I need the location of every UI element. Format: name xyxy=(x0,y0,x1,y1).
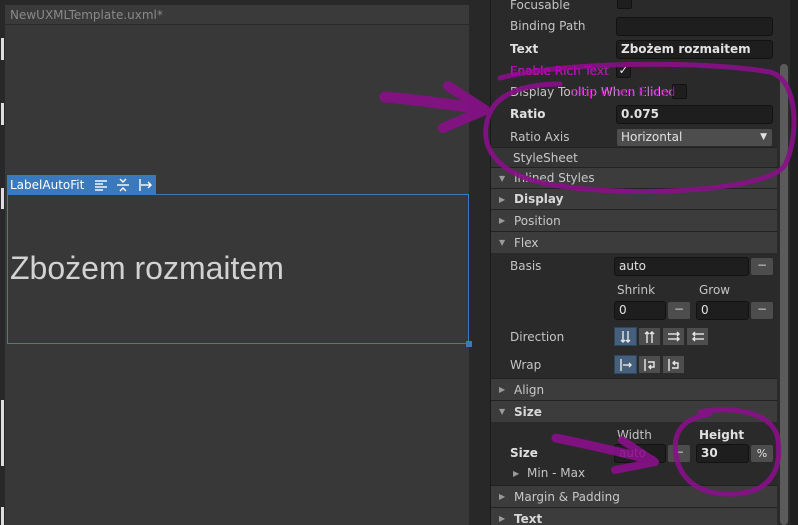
nowrap-icon[interactable] xyxy=(614,355,637,374)
display-tooltip-label: Display Tooltip When Elided xyxy=(510,85,676,99)
enable-rich-text-label: Enable Rich Text xyxy=(510,64,609,78)
height-label: Height xyxy=(699,428,745,442)
override-marker xyxy=(1,400,4,422)
direction-column-reverse-icon[interactable] xyxy=(638,327,661,346)
grow-unit-button[interactable]: − xyxy=(751,302,773,319)
shrink-unit-button[interactable]: − xyxy=(668,302,690,319)
width-unit-button[interactable]: − xyxy=(668,445,690,462)
selection-tag-name: LabelAutoFit xyxy=(10,177,85,192)
wrap-label: Wrap xyxy=(510,358,542,372)
vertical-fit-icon[interactable] xyxy=(112,175,134,194)
margin-padding-label: Margin & Padding xyxy=(514,489,620,504)
document-title: NewUXMLTemplate.uxml* xyxy=(5,5,469,25)
ratio-axis-label: Ratio Axis xyxy=(510,130,570,144)
ratio-axis-value: Horizontal xyxy=(621,130,683,144)
basis-label: Basis xyxy=(510,259,542,273)
label-autofit-element[interactable]: Zbożem rozmaitem xyxy=(7,194,469,344)
override-marker xyxy=(1,188,4,209)
triangle-right-icon: ▶ xyxy=(499,194,506,204)
size-section[interactable]: ▼ Size xyxy=(491,400,777,422)
align-section-label: Align xyxy=(514,382,545,397)
direction-row-reverse-icon[interactable] xyxy=(686,327,709,346)
triangle-right-icon: ▶ xyxy=(499,514,506,523)
basis-input[interactable]: auto xyxy=(614,257,749,276)
text-label: Text xyxy=(510,42,539,56)
triangle-down-icon: ▼ xyxy=(499,173,506,183)
selection-tag[interactable]: LabelAutoFit xyxy=(7,175,157,194)
window-edge xyxy=(790,0,798,525)
size-section-label: Size xyxy=(514,404,542,419)
binding-path-label: Binding Path xyxy=(510,19,586,33)
display-section-label: Display xyxy=(514,192,564,206)
position-section-label: Position xyxy=(514,213,561,228)
triangle-right-icon: ▶ xyxy=(499,492,506,501)
shrink-input[interactable]: 0 xyxy=(614,301,666,320)
flex-section-label: Flex xyxy=(514,235,539,250)
width-input[interactable]: auto xyxy=(614,444,666,463)
inlined-styles-section[interactable]: ▼ Inlined Styles xyxy=(491,167,777,188)
wrap-reverse-icon[interactable] xyxy=(662,355,685,374)
text-section-label: Text xyxy=(514,511,543,525)
triangle-right-icon: ▶ xyxy=(513,468,520,478)
ratio-input[interactable]: 0.075 xyxy=(616,105,773,124)
text-align-icon[interactable] xyxy=(90,175,112,194)
align-section[interactable]: ▶ Align xyxy=(491,378,777,400)
chevron-down-icon: ▼ xyxy=(760,132,767,142)
triangle-right-icon: ▶ xyxy=(499,385,506,394)
flex-section[interactable]: ▼ Flex xyxy=(491,231,777,253)
override-marker xyxy=(1,507,4,525)
ratio-axis-dropdown[interactable]: Horizontal ▼ xyxy=(616,128,773,147)
stylesheet-section[interactable]: StyleSheet xyxy=(491,147,777,168)
scrollbar-thumb[interactable] xyxy=(780,64,788,525)
wrap-icon[interactable] xyxy=(638,355,661,374)
display-tooltip-checkbox[interactable] xyxy=(672,84,687,99)
direction-row-icon[interactable] xyxy=(662,327,685,346)
enable-rich-text-checkbox[interactable]: ✓ xyxy=(616,63,631,78)
enable-rich-text-row: Enable Rich Text xyxy=(490,60,778,82)
grow-input[interactable]: 0 xyxy=(696,301,749,320)
focusable-row: Focusable xyxy=(490,0,778,16)
triangle-down-icon: ▼ xyxy=(499,238,506,247)
margin-padding-section[interactable]: ▶ Margin & Padding xyxy=(491,485,777,507)
inlined-styles-label: Inlined Styles xyxy=(514,171,595,185)
basis-unit-button[interactable]: − xyxy=(751,258,773,275)
position-section[interactable]: ▶ Position xyxy=(491,209,777,231)
height-unit-button[interactable]: % xyxy=(751,445,773,462)
text-input[interactable]: Zbożem rozmaitem xyxy=(616,40,773,59)
override-marker xyxy=(1,103,4,125)
ratio-label: Ratio xyxy=(510,107,546,121)
text-section[interactable]: ▶ Text xyxy=(491,507,777,525)
direction-label: Direction xyxy=(510,330,565,344)
triangle-right-icon: ▶ xyxy=(499,216,506,225)
triangle-down-icon: ▼ xyxy=(499,407,506,416)
horizontal-fit-icon[interactable] xyxy=(134,175,156,194)
size-label: Size xyxy=(510,446,538,460)
focusable-checkbox[interactable] xyxy=(617,0,632,9)
binding-path-input[interactable] xyxy=(616,17,773,36)
width-label: Width xyxy=(617,428,652,442)
override-marker xyxy=(1,38,4,60)
override-marker xyxy=(1,420,4,466)
direction-column-icon[interactable] xyxy=(614,327,637,346)
min-max-row[interactable]: ▶ Min - Max xyxy=(490,462,778,484)
display-tooltip-row: Display Tooltip When Elided xyxy=(490,81,778,103)
focusable-label: Focusable xyxy=(510,0,570,12)
min-max-label: Min - Max xyxy=(527,466,586,480)
height-input[interactable]: 30 xyxy=(696,444,749,463)
grow-label: Grow xyxy=(699,283,731,297)
display-section[interactable]: ▶ Display xyxy=(491,188,777,209)
stylesheet-label: StyleSheet xyxy=(513,151,578,165)
label-preview-text: Zbożem rozmaitem xyxy=(10,250,284,286)
resize-handle[interactable] xyxy=(466,341,472,347)
shrink-label: Shrink xyxy=(617,283,656,297)
